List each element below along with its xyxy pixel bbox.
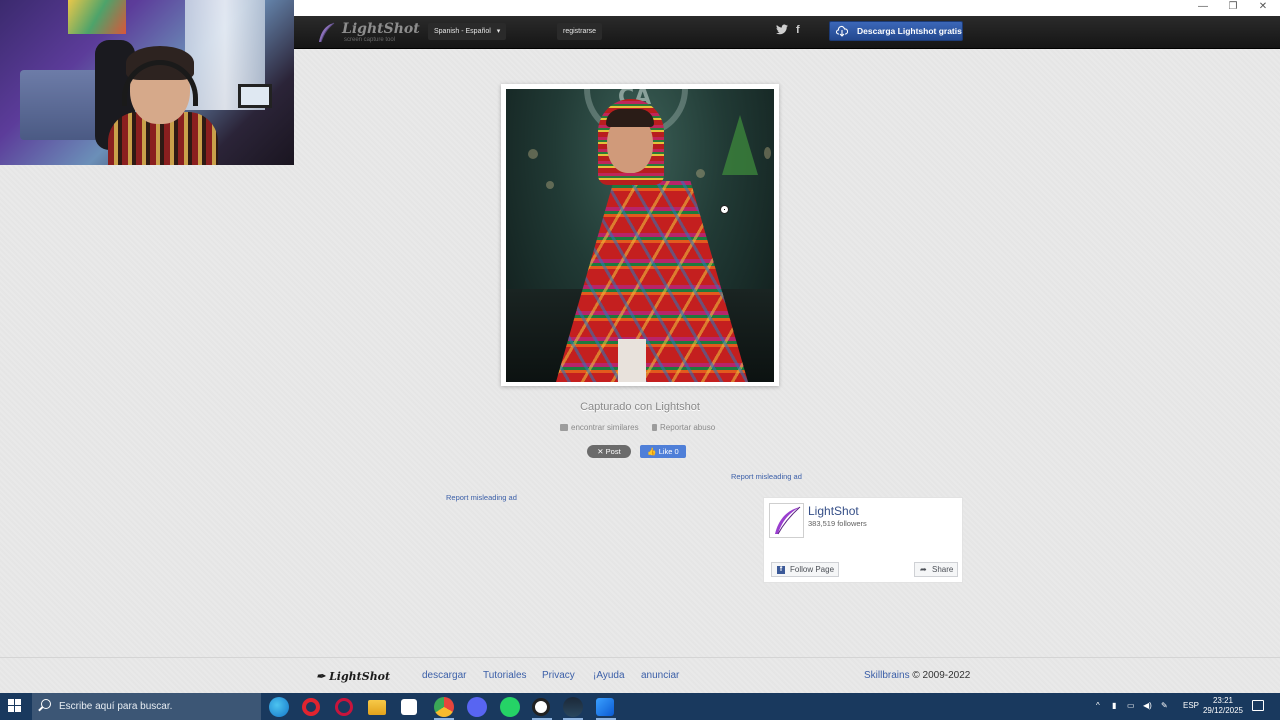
language-label: Spanish - Español <box>434 28 491 35</box>
background-monitor <box>238 84 272 108</box>
register-button[interactable]: registrarse <box>557 23 603 40</box>
bokeh-light <box>764 147 771 159</box>
footer-link-privacy[interactable]: Privacy <box>542 670 575 681</box>
language-selector[interactable]: Spanish - Español ▾ <box>428 23 507 40</box>
report-misleading-ad-link[interactable]: Report misleading ad <box>731 472 802 481</box>
find-similar-link[interactable]: encontrar similares <box>560 423 639 433</box>
find-similar-label: encontrar similares <box>571 423 639 432</box>
clock-time: 23:21 <box>1212 696 1234 705</box>
whatsapp-icon[interactable] <box>500 697 520 717</box>
skillbrains-link[interactable]: Skillbrains <box>864 670 910 681</box>
wall-poster <box>68 0 126 34</box>
window-close-button[interactable]: ✕ <box>1248 0 1278 14</box>
footer-logo[interactable]: ✒ LightShot <box>316 670 390 683</box>
camera-icon <box>560 424 568 431</box>
feather-icon <box>319 22 335 43</box>
clock-date: 29/12/2025 <box>1202 706 1244 715</box>
lightshot-logo[interactable]: LightShot screen capture tool <box>316 19 420 47</box>
twitter-icon[interactable] <box>776 24 789 37</box>
download-label: Descarga Lightshot gratis <box>857 26 962 36</box>
copyright-years: © 2009-2022 <box>909 670 971 681</box>
facebook-icon: f <box>777 566 785 574</box>
network-icon[interactable]: ▭ <box>1127 701 1135 710</box>
download-button[interactable]: Descarga Lightshot gratis <box>829 21 963 41</box>
footer-link-tutoriales[interactable]: Tutoriales <box>483 670 527 681</box>
bokeh-light <box>696 169 705 178</box>
poncho <box>556 181 748 382</box>
mouse-cursor-icon <box>720 205 729 214</box>
logo-subtitle: screen capture tool <box>344 36 396 43</box>
microsoft-store-icon[interactable] <box>401 699 417 715</box>
page-footer: ✒ LightShot descargar Tutoriales Privacy… <box>0 657 1280 693</box>
capture-caption: Capturado con Lightshot <box>580 401 700 413</box>
share-label: Share <box>932 565 954 574</box>
pen-icon[interactable]: ✎ <box>1161 701 1168 710</box>
windows-start-icon[interactable] <box>8 699 22 713</box>
footer-link-ayuda[interactable]: ¡Ayuda <box>593 670 625 681</box>
steam-icon[interactable] <box>563 697 583 717</box>
lightshot-tray-app-icon[interactable] <box>596 698 614 716</box>
share-arrow-icon: ➦ <box>920 565 927 574</box>
opera-gx-icon[interactable] <box>302 698 320 716</box>
trash-icon <box>652 424 657 431</box>
file-explorer-icon[interactable] <box>368 700 386 715</box>
logo-title: LightShot <box>342 20 420 37</box>
chrome-icon[interactable] <box>434 697 454 717</box>
copyright: Skillbrains © 2009-2022 <box>864 670 970 681</box>
discord-icon[interactable] <box>467 697 487 717</box>
system-clock[interactable]: 23:21 29/12/2025 <box>1196 696 1250 716</box>
follow-page-button[interactable]: f Follow Page <box>771 562 839 577</box>
facebook-like-button[interactable]: 👍 Like 0 <box>640 445 686 458</box>
share-button[interactable]: ➦ Share <box>914 562 958 577</box>
footer-logo-text: LightShot <box>329 670 391 683</box>
report-abuse-link[interactable]: Reportar abuso <box>652 423 715 433</box>
search-placeholder: Escribe aquí para buscar. <box>59 701 173 712</box>
taskbar-search-input[interactable]: Escribe aquí para buscar. <box>32 693 261 720</box>
windows-taskbar: Escribe aquí para buscar. ^ ▮ ▭ ◀) ✎ ESP… <box>0 693 1280 720</box>
screenshot-image[interactable]: CA <box>506 89 774 382</box>
search-icon <box>41 699 51 709</box>
bokeh-light <box>528 149 538 159</box>
bokeh-light <box>546 181 554 189</box>
footer-link-descargar[interactable]: descargar <box>422 670 466 681</box>
page-name-link[interactable]: LightShot <box>808 504 859 518</box>
follow-page-label: Follow Page <box>790 565 835 574</box>
top-navbar: LightShot screen capture tool Spanish - … <box>294 16 1280 49</box>
facebook-page-widget: LightShot 383,519 followers f Follow Page… <box>763 497 963 583</box>
x-post-button[interactable]: ✕ Post <box>587 445 631 458</box>
feather-icon <box>775 506 801 535</box>
cloud-download-icon <box>836 25 848 37</box>
white-shirt <box>618 339 646 382</box>
logo-wordmark: LightShot screen capture tool <box>342 20 420 44</box>
footer-link-anunciar[interactable]: anunciar <box>641 670 679 681</box>
screenshot-frame: CA <box>501 84 779 386</box>
window-minimize-button[interactable]: — <box>1188 0 1218 14</box>
edge-browser-icon[interactable] <box>269 697 289 717</box>
notification-center-icon[interactable] <box>1252 700 1264 711</box>
volume-icon[interactable]: ◀) <box>1143 701 1152 710</box>
feather-icon: ✒ <box>316 670 326 683</box>
chevron-down-icon: ▾ <box>496 28 501 35</box>
christmas-tree <box>722 115 758 175</box>
hair <box>606 109 654 127</box>
tray-overflow-icon[interactable]: ^ <box>1096 701 1100 710</box>
lightshot-avatar[interactable] <box>769 503 804 538</box>
obs-icon[interactable] <box>532 698 550 716</box>
webcam-overlay <box>0 0 294 165</box>
microphone-icon[interactable]: ▮ <box>1112 701 1116 710</box>
report-misleading-ad-link[interactable]: Report misleading ad <box>446 493 517 502</box>
facebook-icon[interactable]: f <box>796 24 806 37</box>
follower-count: 383,519 followers <box>808 519 867 528</box>
opera-icon[interactable] <box>335 698 353 716</box>
report-abuse-label: Reportar abuso <box>660 423 716 432</box>
window-restore-button[interactable]: ❐ <box>1218 0 1248 14</box>
